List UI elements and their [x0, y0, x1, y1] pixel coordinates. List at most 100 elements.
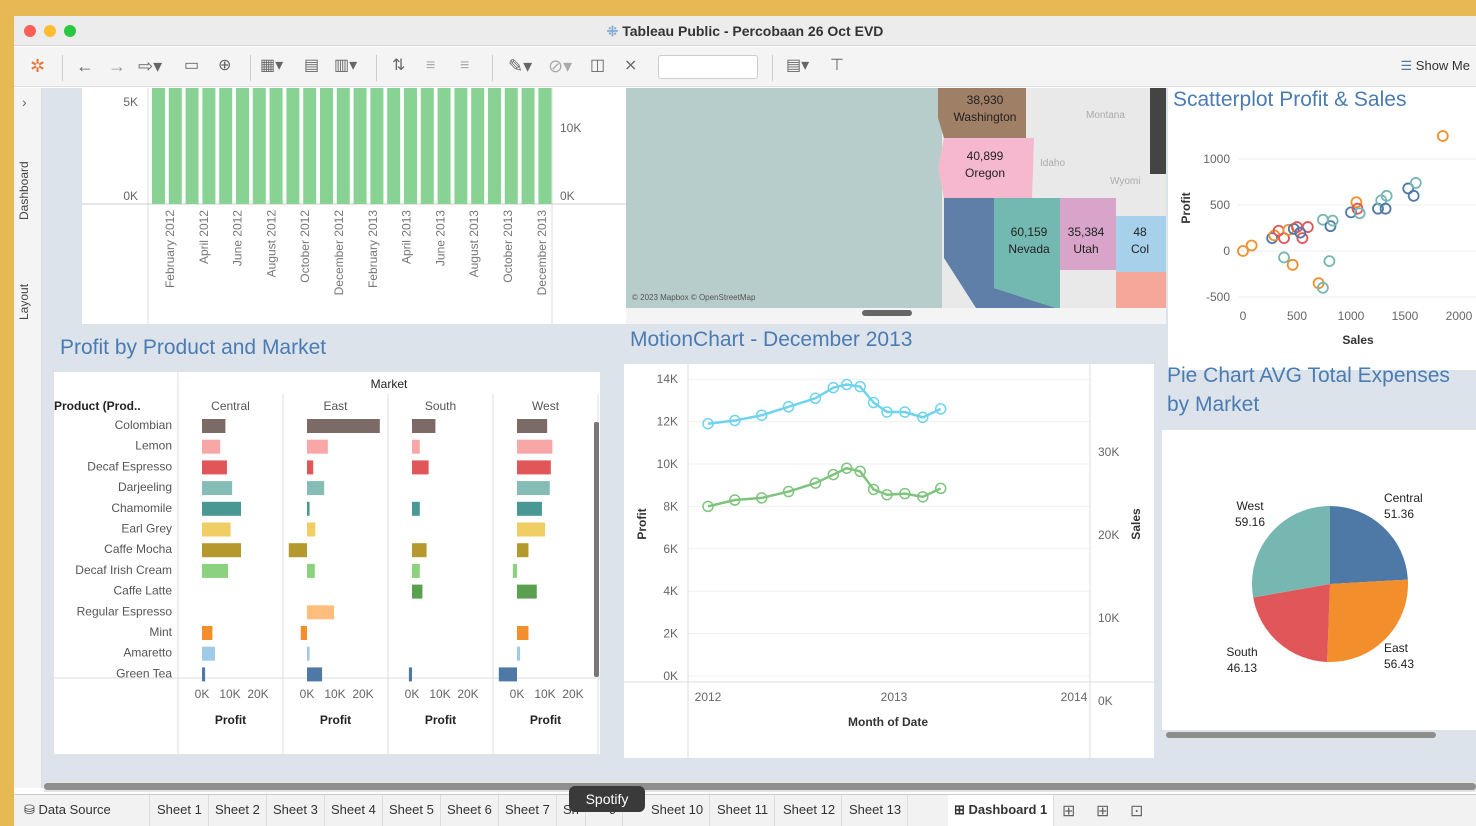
sheet-tab[interactable]: Sheet 12 — [777, 795, 843, 826]
sheet-tab[interactable]: Sheet 7 — [499, 795, 557, 826]
axis-tick: 20K — [352, 687, 373, 701]
axis-tick: 0K — [195, 687, 210, 701]
fit-dropdown[interactable] — [658, 55, 758, 79]
show-labels-icon[interactable]: ◫ — [590, 56, 605, 76]
profit-bar — [412, 563, 420, 578]
timeline-bar — [504, 88, 518, 204]
sheet-tab[interactable]: Sheet 2 — [209, 795, 267, 826]
toolbar-divider — [62, 55, 63, 81]
pie-panel: Central 51.36 East 56.43 South 46.13 West 59.16 — [1162, 430, 1476, 730]
show-me-button[interactable]: ☰ Show Me — [1401, 58, 1470, 74]
show-cards-icon[interactable]: ▤▾ — [786, 56, 809, 76]
axis-tick: 10K — [429, 687, 450, 701]
sheet-tab[interactable]: Sheet 11 — [711, 795, 776, 826]
motion-chart-panel: 14K 12K 10K 8K 6K 4K 2K 0K 30K 20K 10K 0K 2012 2013 20… — [624, 364, 1154, 758]
profit-bar — [202, 543, 241, 558]
axis-tick: 20K — [562, 687, 583, 701]
swap-icon[interactable]: ⇅ — [392, 56, 405, 76]
sheet-tab[interactable]: Sheet 3 — [267, 795, 325, 826]
product-label: Green Tea — [116, 666, 172, 680]
horizontal-scrollbar[interactable] — [44, 782, 1476, 792]
toolbar-divider — [492, 55, 493, 81]
expand-panel-icon[interactable]: › — [22, 94, 27, 110]
y2-tick-label: 10K — [560, 121, 581, 135]
product-label: Darjeeling — [118, 480, 172, 494]
profit-bar — [412, 501, 420, 516]
save-icon[interactable]: ▭ — [184, 56, 199, 76]
row-header: Product (Prod.. — [54, 399, 141, 413]
y-tick-label: 0K — [123, 189, 138, 203]
undo-icon[interactable]: ← — [76, 56, 94, 76]
scrollbar-thumb[interactable] — [44, 783, 1476, 790]
sheet-tab[interactable]: Sheet 6 — [441, 795, 499, 826]
profit-by-product-panel: Product (Prod.. Market Central 0K 10K 20K Prof… — [54, 372, 600, 754]
sheet-tab-bar: ⛁ Data Source Sheet 1 Sheet 2 Sheet 3 Sheet… — [14, 794, 1476, 826]
axis-tick: 10K — [219, 687, 240, 701]
redo-menu-icon[interactable]: ⇨▾ — [138, 56, 162, 76]
new-datasource-icon[interactable]: ⊕ — [218, 56, 231, 76]
presentation-icon[interactable]: ⊤ — [830, 56, 844, 76]
new-dashboard-tab-icon[interactable]: ⊞ — [1096, 801, 1109, 821]
y-tick-label: 2K — [663, 627, 678, 641]
tableau-logo-icon[interactable]: ✲ — [30, 56, 45, 76]
sheet-tab[interactable]: Sheet 4 — [325, 795, 383, 826]
duplicate-sheet-icon[interactable]: ▤ — [304, 56, 319, 76]
sort-asc-icon[interactable]: ≡ — [426, 56, 435, 76]
month-label: October 2013 — [501, 210, 515, 283]
pie-panel-scrollbar[interactable] — [1166, 732, 1436, 738]
state-name-label: Col — [1131, 242, 1149, 256]
profit-by-product-title: Profit by Product and Market — [60, 336, 327, 359]
market-header: Market — [371, 377, 408, 391]
sheet-tab[interactable]: Sheet 5 — [383, 795, 441, 826]
product-label: Colombian — [115, 418, 172, 432]
x-tick-label: 2000 — [1446, 309, 1473, 323]
database-icon: ⛁ — [24, 802, 39, 817]
scatter-point — [1409, 177, 1422, 189]
x-tick-label: 2014 — [1061, 690, 1088, 704]
pie-value: 46.13 — [1227, 661, 1257, 675]
timeline-bar — [454, 88, 468, 204]
window-title: ⁜ Tableau Public - Percobaan 26 Oct EVD — [14, 23, 1476, 40]
scatter-point — [1436, 130, 1449, 142]
month-label: December 2012 — [332, 210, 346, 296]
profit-bar — [517, 522, 546, 537]
new-worksheet-icon[interactable]: ▦▾ — [260, 56, 283, 76]
timeline-bar — [387, 88, 401, 204]
timeline-bar — [420, 88, 434, 204]
new-story-tab-icon[interactable]: ⊡ — [1130, 801, 1143, 821]
profit-bar — [412, 543, 427, 558]
profit-bar — [412, 419, 436, 433]
clear-sheet-icon[interactable]: ▥▾ — [334, 56, 357, 76]
profit-bar — [307, 439, 328, 454]
data-source-tab[interactable]: ⛁ Data Source — [18, 795, 150, 826]
state-name-label: Utah — [1073, 242, 1098, 256]
sheet-tab[interactable]: Sheet 10 — [645, 795, 711, 826]
fix-axes-icon[interactable]: ⨯ — [624, 56, 637, 76]
sheet-tab[interactable]: Sheet 13 — [843, 795, 909, 826]
spotify-dock-tooltip: Spotify — [569, 786, 645, 812]
axis-tick: 0K — [405, 687, 420, 701]
highlight-icon[interactable]: ✎▾ — [508, 56, 532, 76]
x-tick-label: 1500 — [1392, 309, 1419, 323]
layout-tab[interactable]: Layout — [17, 284, 31, 320]
group-icon[interactable]: ⊘▾ — [548, 56, 572, 76]
market-label: South — [425, 399, 456, 413]
timeline-bar — [336, 88, 350, 204]
sheet-tab[interactable]: Sheet 1 — [151, 795, 209, 826]
axis-tick: 20K — [247, 687, 268, 701]
month-label: April 2012 — [197, 210, 211, 264]
sort-desc-icon[interactable]: ≡ — [460, 56, 469, 76]
axis-tick: 0K — [510, 687, 525, 701]
new-worksheet-tab-icon[interactable]: ⊞ — [1062, 801, 1075, 821]
market-label: Central — [211, 399, 250, 413]
dashboard-tab[interactable]: Dashboard — [17, 161, 31, 220]
state-name-label: Oregon — [965, 166, 1005, 180]
redo-icon[interactable]: → — [108, 56, 126, 76]
dashboard-1-label: Dashboard 1 — [968, 802, 1048, 817]
scatter-point — [1286, 258, 1299, 271]
map-copyright: © 2023 Mapbox © OpenStreetMap — [632, 293, 756, 302]
timeline-bar — [252, 88, 266, 204]
pie-label: East — [1384, 641, 1409, 655]
dashboard-1-tab[interactable]: ⊞ Dashboard 1 — [948, 795, 1055, 826]
toolbar-divider — [250, 55, 251, 81]
